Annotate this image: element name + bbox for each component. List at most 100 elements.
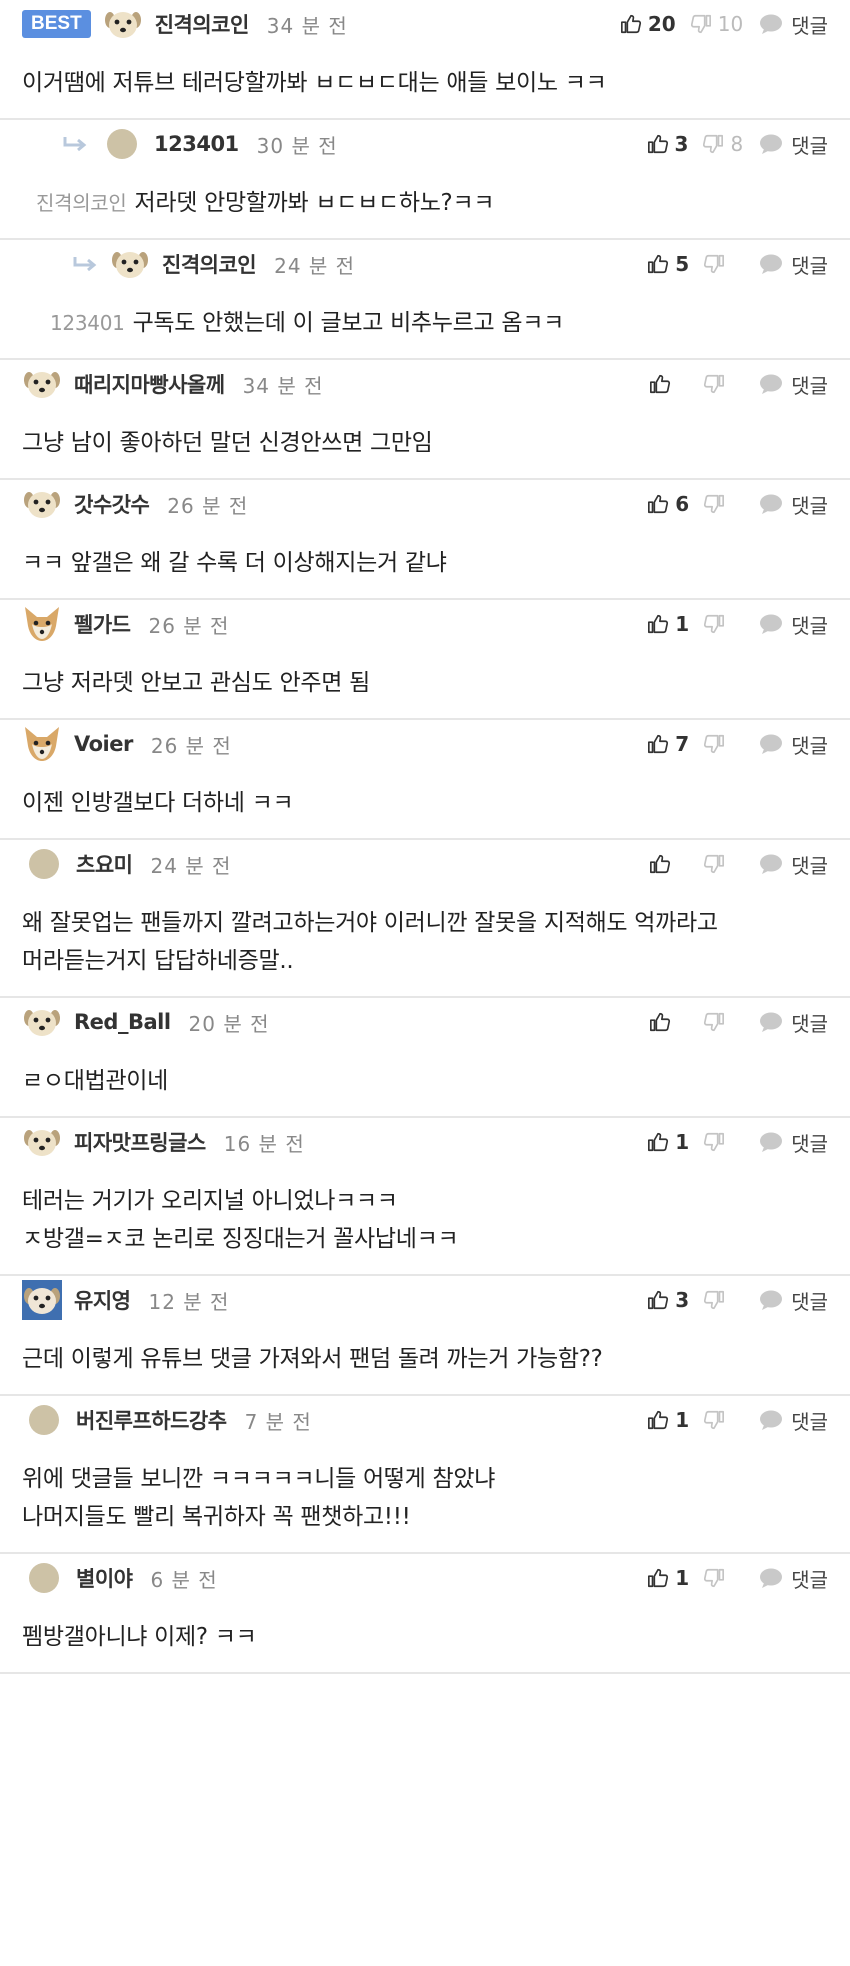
comment-author[interactable]: 버진루프하드강추 xyxy=(76,1405,227,1435)
comment-text: 펨방갤아니냐 이제? ㅋㅋ xyxy=(22,1624,257,1650)
upvote-button[interactable]: 1 xyxy=(647,1130,689,1154)
avatar[interactable] xyxy=(22,848,76,880)
upvote-button[interactable]: 1 xyxy=(647,612,689,636)
avatar[interactable] xyxy=(22,1002,74,1042)
comment-text: 이젠 인방갤보다 더하네 ㅋㅋ xyxy=(22,790,294,816)
upvote-button[interactable]: 3 xyxy=(647,132,689,156)
comment-author[interactable]: 피자맛프링글스 xyxy=(74,1127,206,1157)
comment-author[interactable]: 때리지마빵사올께 xyxy=(74,369,225,399)
avatar[interactable] xyxy=(22,724,74,764)
speech-bubble-icon xyxy=(760,854,783,874)
comment-time: 26 분 전 xyxy=(167,493,249,518)
comment-author[interactable]: 펠가드 xyxy=(74,609,131,639)
reply-button-label: 댓글 xyxy=(791,253,828,278)
downvote-button[interactable] xyxy=(703,373,743,395)
comment-header: Voier 26 분 전 7 댓글 xyxy=(22,720,828,766)
upvote-button[interactable]: 1 xyxy=(647,1566,689,1590)
best-badge: BEST xyxy=(22,10,91,38)
comment-header: 펠가드 26 분 전 1 댓글 xyxy=(22,600,828,646)
speech-bubble-icon xyxy=(760,134,783,154)
reply-button[interactable]: 댓글 xyxy=(759,1128,828,1157)
downvote-button[interactable] xyxy=(703,1409,743,1431)
reply-button[interactable]: 댓글 xyxy=(759,1406,828,1435)
avatar[interactable] xyxy=(22,604,74,644)
dog-avatar-icon xyxy=(112,252,148,278)
upvote-button[interactable] xyxy=(649,853,689,875)
comment-actions: 댓글 xyxy=(635,1002,828,1042)
avatar[interactable] xyxy=(22,364,74,404)
comment-author[interactable]: Voier xyxy=(74,732,133,756)
thumbs-down-icon xyxy=(704,1012,725,1032)
downvote-button[interactable] xyxy=(703,613,743,635)
comment-actions: 1 댓글 xyxy=(633,604,828,644)
comment-item: Voier 26 분 전 7 댓글 이젠 인방갤보다 더하네 ㅋㅋ xyxy=(0,720,850,840)
comment-item: 별이야 6 분 전 1 댓글 펨방갤아니냐 이제? ㅋㅋ xyxy=(0,1554,850,1674)
downvote-button[interactable] xyxy=(703,1131,743,1153)
speech-bubble-icon xyxy=(760,614,783,634)
downvote-button[interactable] xyxy=(703,733,743,755)
downvote-button[interactable] xyxy=(703,1011,743,1033)
downvote-button[interactable]: 10 xyxy=(690,12,743,36)
comment-author[interactable]: 진격의코인 xyxy=(162,249,257,279)
comment-author[interactable]: 유지영 xyxy=(74,1285,131,1315)
thumbs-up-icon xyxy=(648,1132,669,1152)
reply-button[interactable]: 댓글 xyxy=(759,10,828,39)
reply-button[interactable]: 댓글 xyxy=(759,730,828,759)
avatar[interactable] xyxy=(22,1280,74,1320)
thumbs-up-icon xyxy=(647,134,668,154)
downvote-button[interactable] xyxy=(703,1289,743,1311)
comment-author[interactable]: 별이야 xyxy=(76,1563,133,1593)
speech-bubble-icon xyxy=(760,254,783,274)
reply-button[interactable]: 댓글 xyxy=(759,1564,828,1593)
comment-actions: 1 댓글 xyxy=(633,1400,828,1440)
comment-text: 이거땜에 저튜브 테러당할까봐 ㅂㄷㅂㄷ대는 애들 보이노 ㅋㅋ xyxy=(22,70,607,96)
downvote-button[interactable] xyxy=(703,253,743,275)
avatar[interactable] xyxy=(22,1404,76,1436)
avatar[interactable] xyxy=(22,1562,76,1594)
reply-mention[interactable]: 진격의코인 xyxy=(36,191,127,215)
upvote-button[interactable] xyxy=(649,373,689,395)
avatar[interactable] xyxy=(22,484,74,524)
comment-text: 왜 잘못업는 팬들까지 깔려고하는거야 이러니깐 잘못을 지적해도 억까라고 머… xyxy=(22,910,718,974)
reply-button[interactable]: 댓글 xyxy=(759,490,828,519)
comment-body: 그냥 저라뎃 안보고 관심도 안주면 됨 xyxy=(22,646,828,718)
reply-button[interactable]: 댓글 xyxy=(759,1008,828,1037)
reply-mention[interactable]: 123401 xyxy=(50,311,125,335)
comment-actions: 7 댓글 xyxy=(633,724,828,764)
reply-button[interactable]: 댓글 xyxy=(759,370,828,399)
upvote-button[interactable]: 3 xyxy=(647,1288,689,1312)
reply-button[interactable]: 댓글 xyxy=(759,850,828,879)
upvote-button[interactable] xyxy=(649,1011,689,1033)
thumbs-down-icon xyxy=(704,1410,725,1430)
comment-author[interactable]: 갓수갓수 xyxy=(74,489,150,519)
reply-button[interactable]: 댓글 xyxy=(759,610,828,639)
upvote-button[interactable]: 5 xyxy=(647,252,689,276)
downvote-button[interactable]: 8 xyxy=(702,132,743,156)
comment-author[interactable]: Red_Ball xyxy=(74,1010,171,1034)
upvote-count: 3 xyxy=(674,132,689,156)
reply-button[interactable]: 댓글 xyxy=(759,130,828,159)
avatar[interactable] xyxy=(110,244,162,284)
comment-item: 피자맛프링글스 16 분 전 1 댓글 테러는 거기가 오리지널 아니었나ㅋㅋㅋ… xyxy=(0,1118,850,1276)
comment-time: 26 분 전 xyxy=(148,613,230,638)
avatar[interactable] xyxy=(100,128,154,160)
avatar-circle-icon xyxy=(29,1563,59,1593)
reply-button[interactable]: 댓글 xyxy=(759,250,828,279)
reply-button[interactable]: 댓글 xyxy=(759,1286,828,1315)
reply-button-label: 댓글 xyxy=(791,733,828,758)
upvote-button[interactable]: 6 xyxy=(647,492,689,516)
downvote-button[interactable] xyxy=(703,853,743,875)
thumbs-down-icon xyxy=(704,1290,725,1310)
upvote-button[interactable]: 1 xyxy=(647,1408,689,1432)
upvote-button[interactable]: 7 xyxy=(647,732,689,756)
avatar[interactable] xyxy=(103,4,155,44)
comment-author[interactable]: 츠요미 xyxy=(76,849,133,879)
speech-bubble-icon xyxy=(760,734,783,754)
downvote-button[interactable] xyxy=(703,1567,743,1589)
upvote-button[interactable]: 20 xyxy=(620,12,676,36)
downvote-button[interactable] xyxy=(703,493,743,515)
avatar[interactable] xyxy=(22,1122,74,1162)
comment-author[interactable]: 123401 xyxy=(154,132,239,156)
thumbs-up-icon xyxy=(648,254,669,274)
comment-author[interactable]: 진격의코인 xyxy=(155,9,250,39)
